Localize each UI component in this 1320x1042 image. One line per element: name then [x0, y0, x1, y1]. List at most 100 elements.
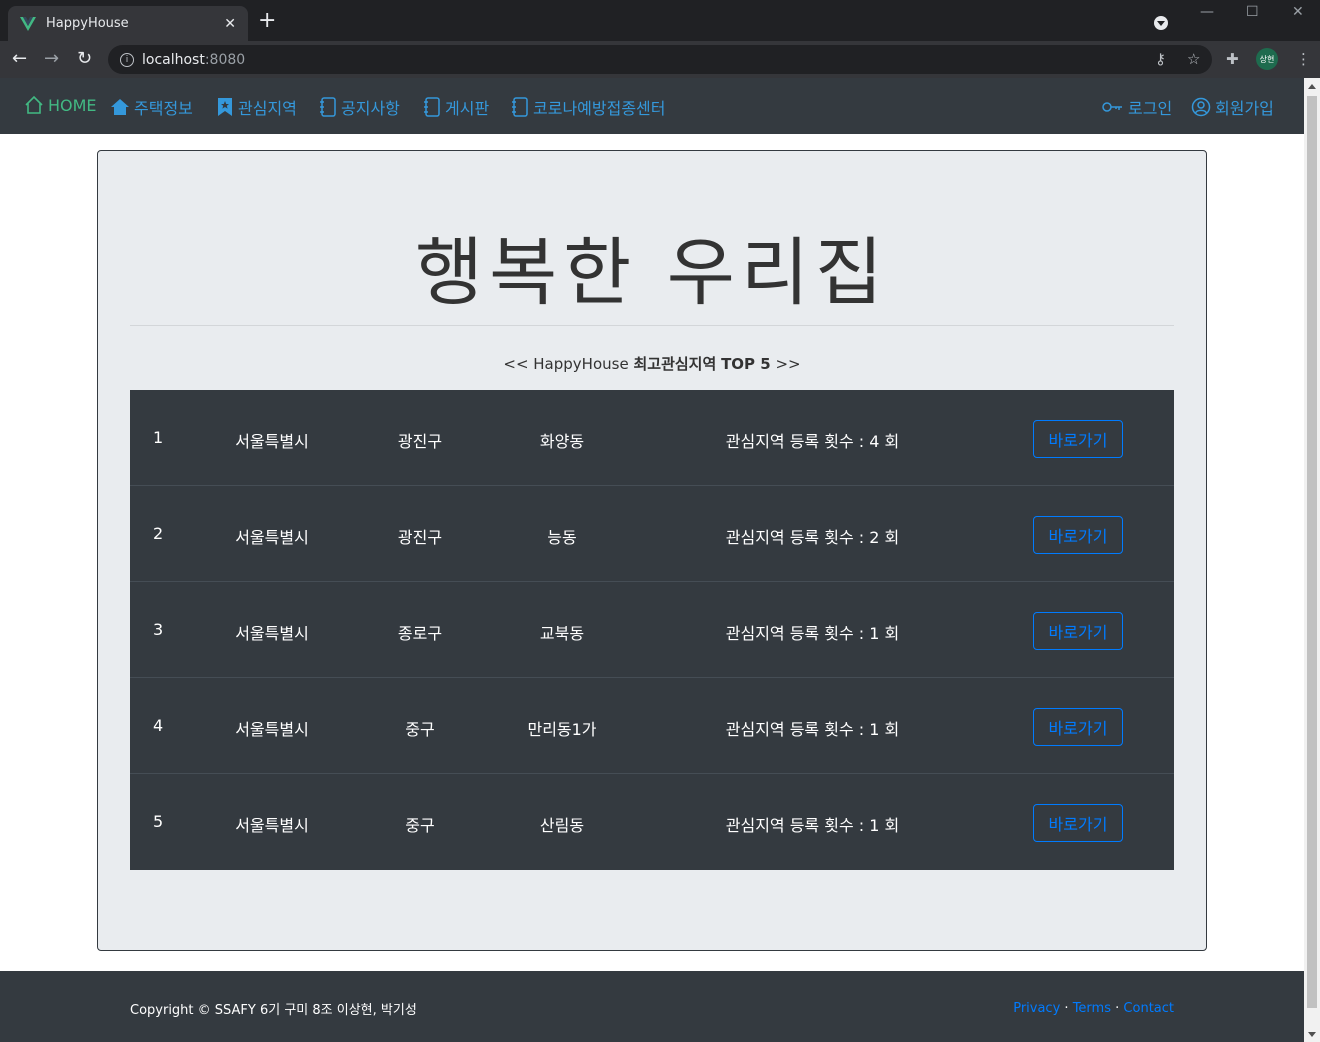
caption-bold-2: TOP 5: [721, 355, 771, 373]
nav-covid-center-label: 코로나예방접종센터: [533, 99, 666, 118]
go-button[interactable]: 바로가기: [1033, 804, 1123, 842]
reload-icon[interactable]: ↻: [77, 49, 92, 69]
tab-title: HappyHouse: [46, 16, 129, 31]
site-info-icon[interactable]: i: [120, 52, 134, 67]
person-circle-icon: [1191, 97, 1211, 117]
jumbotron: 행복한 우리집 << HappyHouse 최고관심지역 TOP 5 >> 1 …: [97, 150, 1207, 951]
bookmark-star-icon[interactable]: ☆: [1187, 50, 1200, 68]
dong-cell: 교북동: [539, 624, 585, 643]
app-navbar: HOME 주택정보 관심지역 공지사항 게시판 코로나예방접종센터 로그인 회원…: [0, 78, 1304, 134]
nav-interest-area-label: 관심지역: [238, 99, 297, 118]
city-cell: 서울특별시: [235, 432, 309, 451]
nav-board-label: 게시판: [445, 99, 490, 118]
tab-search-icon[interactable]: [1154, 16, 1168, 30]
caption-bold-1: 최고관심지역: [633, 355, 717, 373]
scroll-up-icon[interactable]: [1308, 84, 1316, 89]
gu-cell: 광진구: [397, 528, 443, 547]
city-cell: 서울특별시: [235, 528, 309, 547]
table-row: 3 서울특별시 종로구 교북동 관심지역 등록 횟수 : 1 회 바로가기: [130, 582, 1174, 678]
rank-number: 4: [153, 716, 164, 735]
house-icon: [25, 95, 43, 114]
key-icon: [1102, 102, 1122, 112]
ranking-table: 1 서울특별시 광진구 화양동 관심지역 등록 횟수 : 4 회 바로가기 2 …: [130, 390, 1174, 870]
caption-suffix: >>: [775, 355, 801, 373]
nav-home-label: HOME: [48, 95, 97, 115]
key-icon[interactable]: ⚷: [1155, 50, 1166, 68]
menu-icon[interactable]: ⋮: [1296, 50, 1311, 68]
caption-prefix: << HappyHouse: [503, 355, 629, 373]
house-fill-icon: [111, 99, 129, 115]
nav-home[interactable]: HOME: [24, 95, 97, 115]
dong-cell: 만리동1가: [527, 720, 597, 739]
rank-number: 5: [153, 812, 164, 831]
count-cell: 관심지역 등록 횟수 : 4 회: [725, 432, 900, 451]
table-row: 4 서울특별시 중구 만리동1가 관심지역 등록 횟수 : 1 회 바로가기: [130, 678, 1174, 774]
gu-cell: 광진구: [397, 432, 443, 451]
nav-login-label: 로그인: [1128, 99, 1173, 118]
table-row: 5 서울특별시 중구 산림동 관심지역 등록 횟수 : 1 회 바로가기: [130, 774, 1174, 870]
nav-signup-label: 회원가입: [1215, 99, 1274, 118]
privacy-link[interactable]: Privacy: [1013, 1001, 1060, 1016]
window-close-icon[interactable]: ✕: [1292, 4, 1304, 20]
scroll-thumb[interactable]: [1307, 96, 1317, 1008]
address-bar[interactable]: i localhost:8080: [108, 45, 1212, 74]
url-port: :8080: [204, 51, 246, 68]
nav-interest-area[interactable]: 관심지역: [216, 95, 297, 119]
nav-house-info-label: 주택정보: [134, 99, 193, 118]
browser-tab[interactable]: HappyHouse ✕: [8, 6, 248, 41]
tab-close-icon[interactable]: ✕: [224, 16, 236, 32]
nav-signup[interactable]: 회원가입: [1191, 95, 1274, 119]
table-row: 2 서울특별시 광진구 능동 관심지역 등록 횟수 : 2 회 바로가기: [130, 486, 1174, 582]
url-host: localhost: [142, 51, 205, 68]
scroll-down-icon[interactable]: [1308, 1032, 1316, 1037]
count-cell: 관심지역 등록 횟수 : 2 회: [725, 528, 900, 547]
nav-covid-center[interactable]: 코로나예방접종센터: [511, 95, 665, 119]
city-cell: 서울특별시: [235, 624, 309, 643]
vue-logo-icon: [20, 16, 36, 31]
maximize-icon[interactable]: ☐: [1246, 4, 1259, 20]
rank-number: 3: [153, 620, 164, 639]
count-cell: 관심지역 등록 횟수 : 1 회: [725, 720, 900, 739]
city-cell: 서울특별시: [235, 816, 309, 835]
divider: [130, 325, 1174, 326]
city-cell: 서울특별시: [235, 720, 309, 739]
nav-login[interactable]: 로그인: [1102, 95, 1172, 119]
footer-links: Privacy · Terms · Contact: [1013, 1001, 1174, 1016]
nav-notice[interactable]: 공지사항: [319, 95, 400, 119]
go-button[interactable]: 바로가기: [1033, 420, 1123, 458]
page-title: 행복한 우리집: [414, 230, 889, 316]
minimize-icon[interactable]: —: [1200, 4, 1214, 20]
nav-notice-label: 공지사항: [341, 99, 400, 118]
dong-cell: 화양동: [539, 432, 585, 451]
gu-cell: 종로구: [397, 624, 443, 643]
browser-tabbar: HappyHouse ✕ + — ☐ ✕: [0, 0, 1320, 41]
back-icon[interactable]: ←: [12, 49, 27, 69]
bookmark-star-fill-icon: [218, 98, 232, 116]
contact-link[interactable]: Contact: [1123, 1001, 1174, 1016]
count-cell: 관심지역 등록 횟수 : 1 회: [725, 816, 900, 835]
extensions-icon[interactable]: ✚: [1226, 50, 1239, 68]
terms-link[interactable]: Terms: [1073, 1001, 1111, 1016]
go-button[interactable]: 바로가기: [1033, 708, 1123, 746]
gu-cell: 중구: [405, 816, 435, 835]
rank-number: 1: [153, 428, 164, 447]
journal-icon: [424, 97, 440, 117]
nav-house-info[interactable]: 주택정보: [110, 95, 193, 119]
count-cell: 관심지역 등록 횟수 : 1 회: [725, 624, 900, 643]
go-button[interactable]: 바로가기: [1033, 516, 1123, 554]
forward-icon[interactable]: →: [44, 49, 59, 69]
footer: Copyright © SSAFY 6기 구미 8조 이상현, 박기성 Priv…: [0, 971, 1304, 1042]
page-scrollbar[interactable]: [1304, 78, 1320, 1042]
dong-cell: 산림동: [539, 816, 585, 835]
rank-number: 2: [153, 524, 164, 543]
profile-avatar[interactable]: 상현: [1256, 48, 1278, 70]
new-tab-button[interactable]: +: [258, 10, 276, 32]
dong-cell: 능동: [547, 528, 577, 547]
browser-toolbar: ← → ↻ i localhost:8080 ⚷ ☆ ✚ 상현 ⋮: [0, 41, 1320, 78]
nav-board[interactable]: 게시판: [423, 95, 489, 119]
go-button[interactable]: 바로가기: [1033, 612, 1123, 650]
copyright-text: Copyright © SSAFY 6기 구미 8조 이상현, 박기성: [130, 1003, 417, 1018]
table-row: 1 서울특별시 광진구 화양동 관심지역 등록 횟수 : 4 회 바로가기: [130, 390, 1174, 486]
journal-icon: [320, 97, 336, 117]
link-separator: ·: [1064, 1001, 1069, 1016]
